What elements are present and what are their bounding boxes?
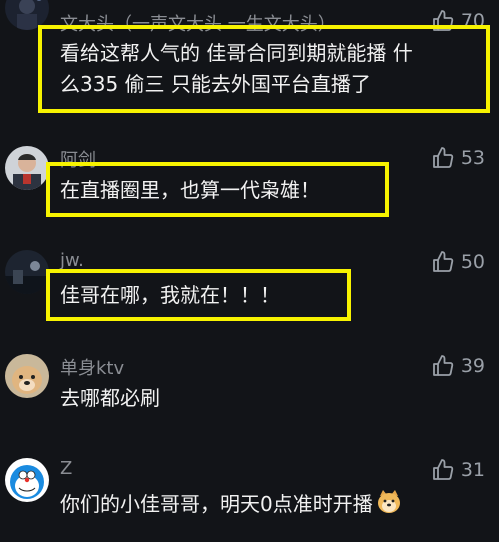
thumbs-up-icon xyxy=(432,251,454,272)
comment-text-line: 看给这帮人气的 佳哥合同到期就能播 什 xyxy=(60,41,413,65)
comment-item: jw. 50 佳哥在哪，我就在！！！ xyxy=(0,244,499,334)
like-count: 50 xyxy=(460,251,485,273)
comment-text-line: 么335 偷三 只能去外国平台直播了 xyxy=(60,72,371,96)
like-count: 31 xyxy=(460,459,485,481)
like-button[interactable]: 31 xyxy=(431,458,485,482)
comment-username[interactable]: jw. xyxy=(60,250,84,271)
comment-item: 单身ktv 39 去哪都必刷 xyxy=(0,348,499,438)
comment-text-line: 在直播圈里，也算一代枭雄！ xyxy=(60,178,320,202)
comment-item: 阿剑 53 在直播圈里，也算一代枭雄！ xyxy=(0,140,499,230)
comment-username[interactable]: 单身ktv xyxy=(60,354,124,380)
thumbs-up-icon xyxy=(432,355,454,376)
comment-username[interactable]: Z xyxy=(60,458,72,479)
like-count: 53 xyxy=(460,147,485,169)
thumbs-up-icon xyxy=(432,147,454,168)
like-button[interactable]: 50 xyxy=(431,250,485,274)
like-button[interactable]: 39 xyxy=(431,354,485,378)
comment-text: 看给这帮人气的 佳哥合同到期就能播 什 么335 偷三 只能去外国平台直播了 xyxy=(60,38,413,100)
doge-emoji-icon xyxy=(375,487,403,524)
comment-item: 文大头（一声文大头 一生文大头） 70 看给这帮人气的 佳哥合同到期就能播 什 … xyxy=(0,0,499,120)
comment-text-content: 你们的小佳哥哥，明天0点准时开播 xyxy=(60,492,373,516)
thumbs-up-icon xyxy=(432,459,454,480)
comment-text: 在直播圈里，也算一代枭雄！ xyxy=(60,175,320,206)
like-button[interactable]: 53 xyxy=(431,146,485,170)
comment-text-line: 佳哥在哪，我就在！！！ xyxy=(60,283,280,307)
comment-item: Z 31 你们的小佳哥哥，明天0点准时开播 xyxy=(0,452,499,542)
comment-text-line: 去哪都必刷 xyxy=(60,386,160,410)
comment-text-line: 你们的小佳哥哥，明天0点准时开播 xyxy=(60,487,403,524)
comment-text: 去哪都必刷 xyxy=(60,383,160,414)
comment-text: 你们的小佳哥哥，明天0点准时开播 xyxy=(60,487,403,524)
like-count: 39 xyxy=(460,355,485,377)
user-avatar[interactable] xyxy=(5,146,49,190)
user-avatar[interactable] xyxy=(5,354,49,398)
user-avatar[interactable] xyxy=(5,458,49,502)
comment-text: 佳哥在哪，我就在！！！ xyxy=(60,280,280,311)
user-avatar[interactable] xyxy=(5,250,49,294)
